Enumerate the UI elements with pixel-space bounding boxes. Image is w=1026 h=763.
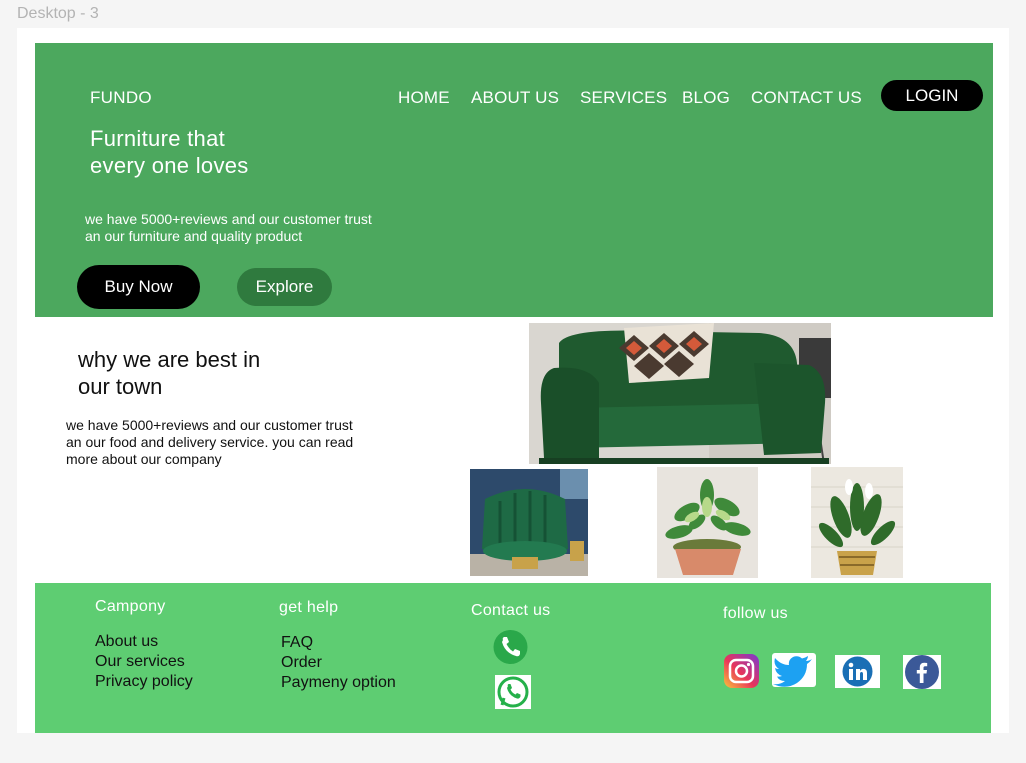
green-armchair-photo [529, 323, 831, 464]
why-title: why we are best in our town [78, 347, 261, 399]
hero-subline: we have 5000+reviews and our customer tr… [85, 211, 372, 244]
twitter-icon[interactable] [772, 653, 816, 687]
footer-link-faq[interactable]: FAQ [281, 633, 313, 653]
phone-icon[interactable] [492, 630, 529, 664]
linkedin-icon[interactable] [835, 655, 880, 688]
instagram-icon[interactable] [723, 654, 760, 688]
velvet-chair-photo [470, 469, 588, 576]
footer-company-heading: Campony [95, 598, 166, 615]
footer-follow-heading: follow us [723, 605, 788, 622]
footer-link-about-us[interactable]: About us [95, 632, 158, 652]
why-text: we have 5000+reviews and our customer tr… [66, 417, 354, 467]
nav-blog[interactable]: BLOG [682, 88, 730, 108]
footer-help-heading: get help [279, 599, 339, 616]
peace-lily-photo [811, 467, 903, 578]
explore-button[interactable]: Explore [237, 268, 332, 306]
nav-contact-us[interactable]: CONTACT US [751, 88, 862, 108]
footer-link-payment-option[interactable]: Paymeny option [281, 673, 396, 693]
frame-label: Desktop - 3 [17, 5, 99, 22]
whatsapp-icon[interactable] [495, 675, 531, 709]
buy-now-button[interactable]: Buy Now [77, 265, 200, 309]
nav-home[interactable]: HOME [398, 88, 450, 108]
footer-link-order[interactable]: Order [281, 653, 322, 673]
footer-contact-heading: Contact us [471, 602, 551, 619]
login-button[interactable]: LOGIN [881, 80, 983, 111]
footer-link-our-services[interactable]: Our services [95, 652, 185, 672]
nav-about-us[interactable]: ABOUT US [471, 88, 559, 108]
hero-headline: Furniture that every one loves [90, 126, 249, 178]
footer-link-privacy-policy[interactable]: Privacy policy [95, 672, 193, 692]
potted-plant-photo [657, 467, 758, 578]
nav-services[interactable]: SERVICES [580, 88, 667, 108]
brand-logo[interactable]: FUNDO [90, 88, 152, 108]
facebook-icon[interactable] [903, 655, 941, 689]
